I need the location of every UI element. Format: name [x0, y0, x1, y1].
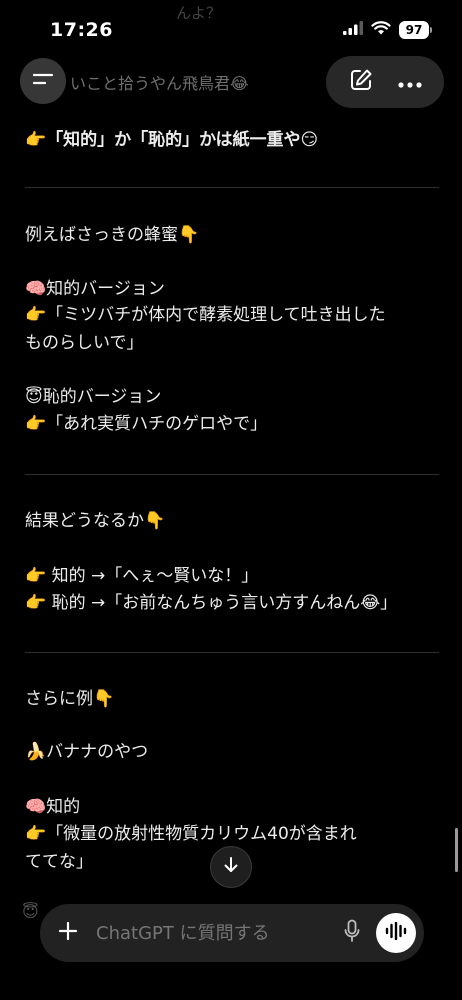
status-time: 17:26: [50, 19, 113, 41]
signal-icon: [343, 20, 363, 39]
message-input[interactable]: [96, 913, 332, 953]
message-line: 😇恥的バージョン: [25, 387, 162, 407]
composer-bar: [40, 904, 424, 962]
scrollbar[interactable]: [455, 828, 458, 872]
dictation-button[interactable]: [332, 913, 372, 953]
wifi-icon: [371, 20, 391, 39]
message-line: 👉「ミツバチが体内で酵素処理して吐き出した: [25, 305, 386, 325]
message-line: ものらしいで」: [25, 333, 144, 353]
attach-button[interactable]: [40, 904, 96, 962]
status-icons: 97: [343, 20, 432, 39]
mic-icon: [344, 919, 360, 947]
message-line: ててな」: [25, 852, 93, 872]
voice-waveform-icon: [385, 921, 407, 944]
previous-text-fragment: んよ？: [176, 4, 222, 22]
message-line: 🍌バナナのやつ: [25, 742, 149, 762]
header-actions: [326, 56, 444, 108]
voice-mode-button[interactable]: [376, 913, 416, 953]
message-line: 結果どうなるか👇: [25, 511, 166, 531]
message-line: 👉「知的」か「恥的」かは紙一重や😏: [25, 130, 319, 150]
plus-icon: [58, 921, 78, 945]
message-line: 👉「あれ実質ハチのゲロやで」: [25, 414, 268, 434]
message-line: さらに例👇: [25, 689, 115, 709]
chat-screen: 17:26 97 んよ？ いこと拾うやん飛鳥君😂 👉「知的」か「恥的」かは紙一重…: [0, 0, 462, 1000]
hidden-message-line: 😇: [22, 902, 39, 921]
menu-icon: [32, 71, 54, 91]
battery-level: 97: [399, 20, 429, 39]
conversation-title: いこと拾うやん飛鳥君😂: [70, 74, 249, 93]
new-chat-button[interactable]: [341, 62, 381, 102]
section-divider: [25, 652, 439, 653]
message-line: 👉 知的 →「へぇ〜賢いな！」: [25, 566, 259, 586]
message-line: 🧠知的: [25, 797, 81, 817]
battery-indicator: 97: [399, 20, 432, 39]
arrow-down-icon: [222, 856, 240, 878]
section-divider: [25, 187, 439, 188]
message-line: 👉 恥的 →「お前なんちゅう言い方すんねん😂」: [25, 593, 398, 613]
status-bar: 17:26 97: [0, 0, 462, 58]
section-divider: [25, 474, 439, 475]
edit-icon: [349, 68, 373, 96]
message-line: 例えばさっきの蜂蜜👇: [25, 225, 200, 245]
more-options-button[interactable]: [390, 62, 430, 102]
message-line: 🧠知的バージョン: [25, 279, 165, 299]
more-icon: [397, 73, 422, 92]
message-line: 👉「微量の放射性物質カリウム40が含まれ: [25, 824, 357, 844]
scroll-to-bottom-button[interactable]: [210, 846, 252, 888]
menu-button[interactable]: [20, 58, 66, 104]
